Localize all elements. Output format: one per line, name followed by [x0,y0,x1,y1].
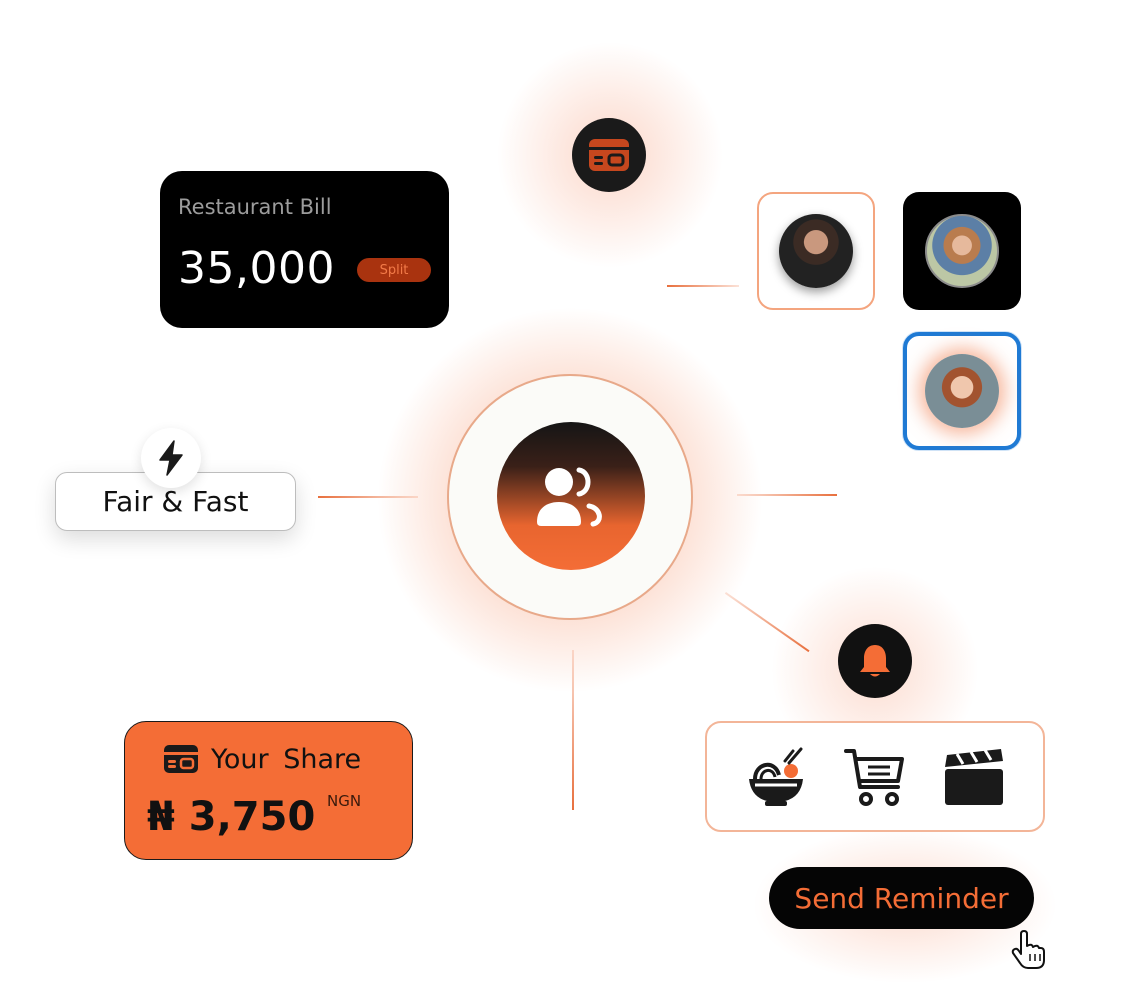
share-title: Your Share [211,744,362,775]
group-users-icon [537,467,602,527]
member-avatar-1[interactable] [757,192,875,310]
hand-pointer-icon [1011,930,1045,969]
expense-categories [705,721,1045,832]
connector-top-right [667,285,739,287]
restaurant-bill-card: Restaurant Bill 35,000 Split [160,171,449,328]
food-bowl-icon[interactable] [745,747,807,807]
your-share-card: Your Share ₦ 3,750 NGN [124,721,413,860]
send-reminder-button[interactable]: Send Reminder [769,867,1034,929]
payment-card-icon [572,118,646,192]
connector-right [737,494,837,496]
member-avatar-3-selected[interactable] [903,332,1021,450]
clapperboard-icon[interactable] [943,747,1005,807]
notification-bell-icon[interactable] [838,624,912,698]
avatar [925,354,999,428]
group-hub[interactable] [497,422,645,570]
currency-label: NGN [327,792,362,810]
card-icon [164,745,198,773]
connector-diagonal [724,592,810,653]
lightning-bolt-icon [141,428,201,488]
avatar [779,214,853,288]
split-button[interactable]: Split [357,258,431,282]
shopping-cart-icon[interactable] [843,747,906,807]
avatar [925,214,999,288]
member-avatar-2[interactable] [903,192,1021,310]
share-amount: ₦ 3,750 [147,794,316,840]
connector-left [318,496,418,498]
connector-bottom [572,650,574,810]
bill-title: Restaurant Bill [178,195,332,219]
bill-amount: 35,000 [178,243,335,294]
